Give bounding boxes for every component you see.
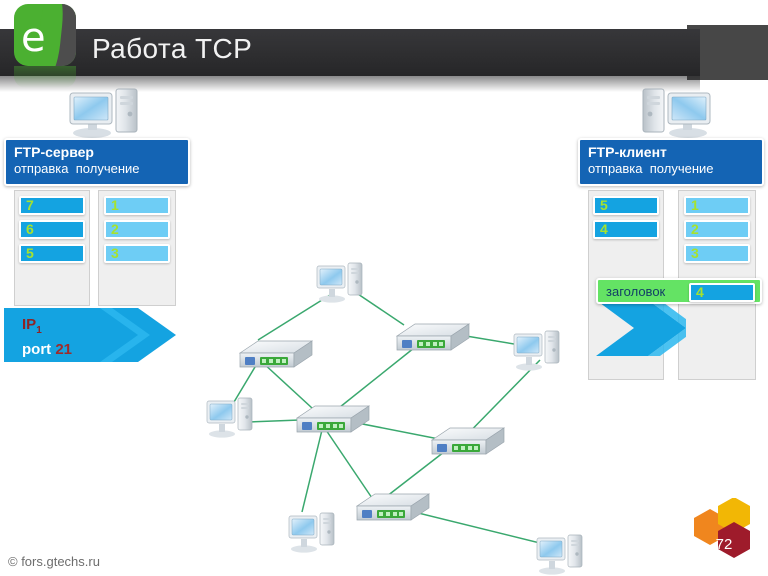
network-computer [288, 512, 335, 554]
network-switch [396, 323, 470, 351]
slide-canvas: e Работа TCP FTP-сервер отправка получен… [0, 0, 768, 576]
network-switch [239, 340, 313, 368]
network-switch [356, 493, 430, 521]
copyright-text: © fors.gtechs.ru [8, 554, 100, 569]
network-computer [536, 534, 583, 576]
page-number: 72 [715, 536, 733, 553]
network-computer [316, 262, 363, 304]
network-switch [431, 427, 505, 455]
network-switch [296, 405, 370, 433]
network-computer [206, 397, 253, 439]
network-diagram [206, 262, 583, 576]
network-computer [513, 330, 560, 372]
